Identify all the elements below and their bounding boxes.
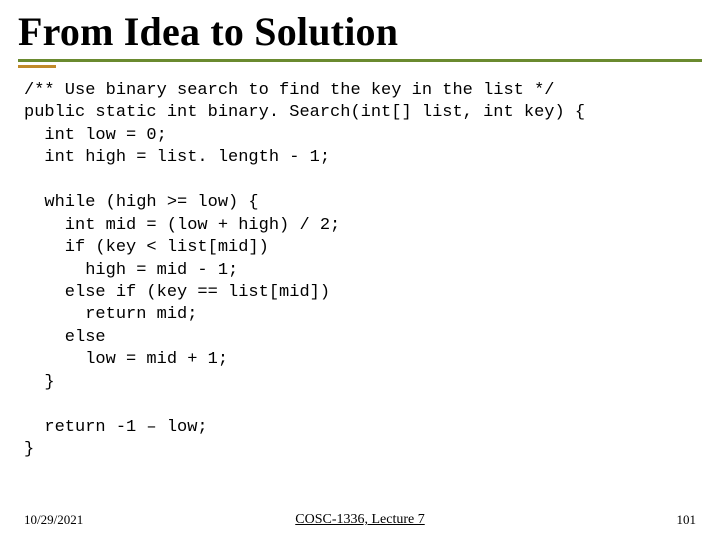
- code-block: /** Use binary search to find the key in…: [18, 80, 702, 461]
- slide-title: From Idea to Solution: [18, 8, 702, 55]
- footer-page: 101: [677, 512, 697, 528]
- slide: From Idea to Solution /** Use binary sea…: [0, 0, 720, 540]
- footer-center: COSC-1336, Lecture 7: [295, 512, 424, 528]
- accent-line: [18, 65, 56, 68]
- title-container: From Idea to Solution: [18, 8, 702, 62]
- footer: 10/29/2021 COSC-1336, Lecture 7 101: [0, 512, 720, 528]
- footer-date: 10/29/2021: [24, 512, 83, 528]
